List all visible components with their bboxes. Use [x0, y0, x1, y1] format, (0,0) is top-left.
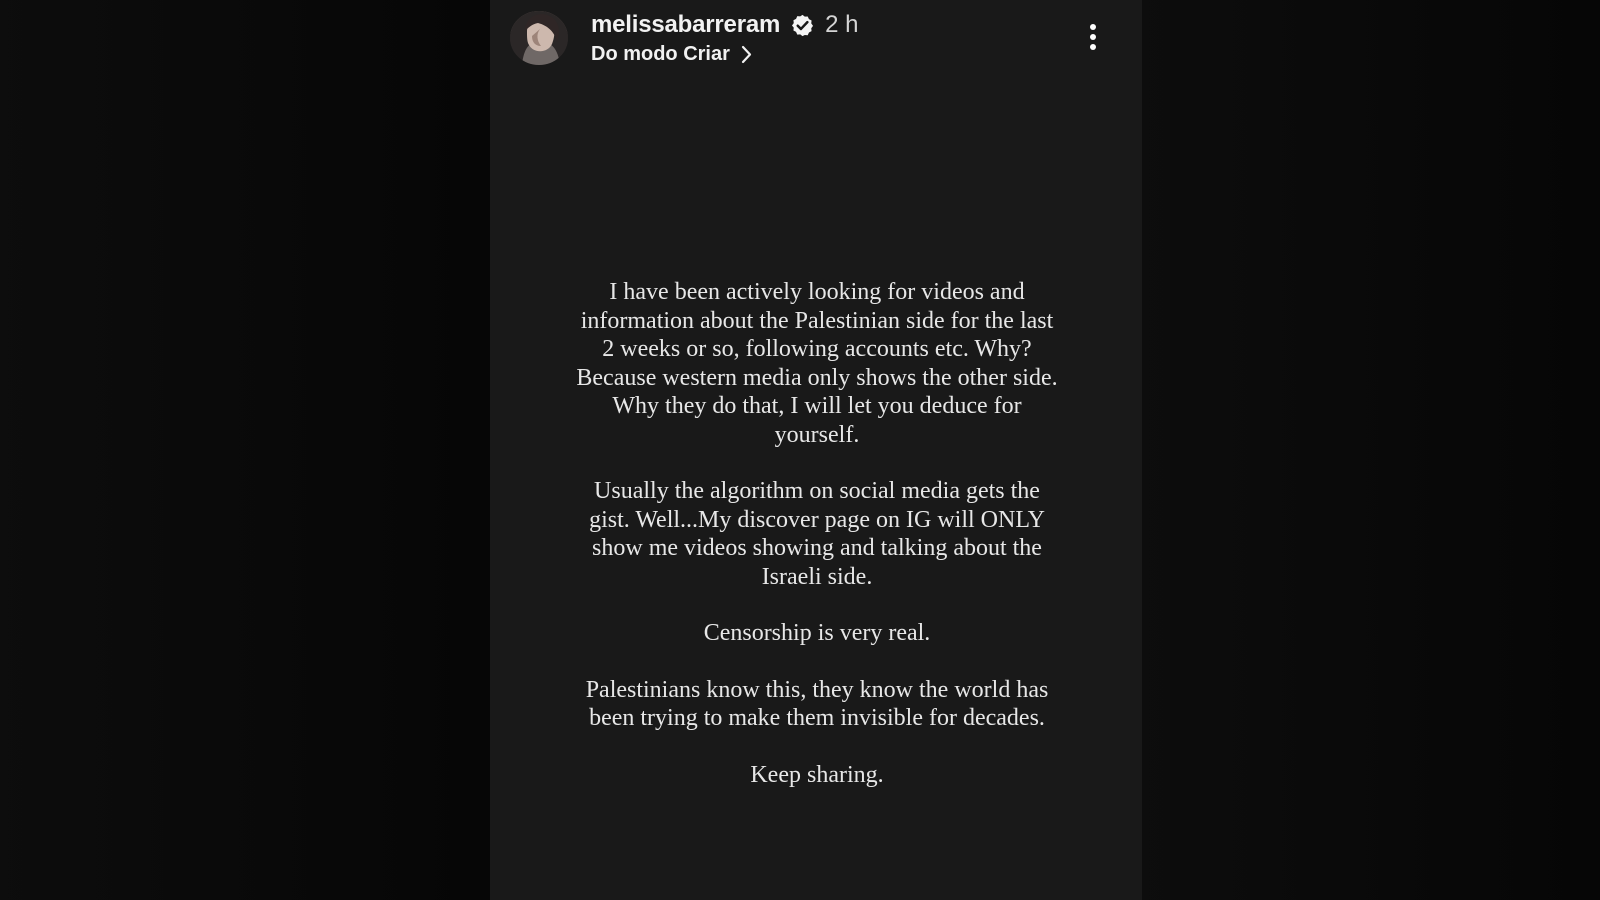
blurred-background-right	[1142, 0, 1600, 900]
story-paragraph: Palestinians know this, they know the wo…	[585, 676, 1049, 732]
story-text-content: I have been actively looking for videos …	[572, 278, 1062, 817]
username[interactable]: melissabarreram	[591, 11, 780, 39]
more-options-button[interactable]	[1082, 20, 1104, 54]
username-row: melissabarreram 2 h	[591, 9, 859, 41]
chevron-right-icon	[741, 45, 752, 64]
creation-mode-label[interactable]: Do modo Criar	[591, 43, 730, 66]
story-timestamp: 2 h	[825, 11, 859, 38]
story-paragraph: Usually the algorithm on social media ge…	[589, 478, 1045, 590]
verified-badge-icon	[792, 14, 814, 36]
creation-mode-link[interactable]: Do modo Criar	[591, 43, 753, 66]
story-viewer: melissabarreram 2 h Do modo Criar I have…	[0, 0, 1600, 900]
blurred-background-left	[0, 0, 490, 900]
story-paragraph: Censorship is very real.	[703, 620, 931, 646]
profile-photo-icon	[510, 11, 568, 65]
story-paragraph: I have been actively looking for videos …	[576, 279, 1058, 448]
story-header: melissabarreram 2 h Do modo Criar	[490, 0, 1142, 82]
story-paragraph: Keep sharing.	[750, 761, 884, 788]
story-card: melissabarreram 2 h Do modo Criar I have…	[490, 0, 1142, 900]
avatar[interactable]	[510, 11, 568, 65]
more-vertical-icon	[1090, 24, 1096, 50]
